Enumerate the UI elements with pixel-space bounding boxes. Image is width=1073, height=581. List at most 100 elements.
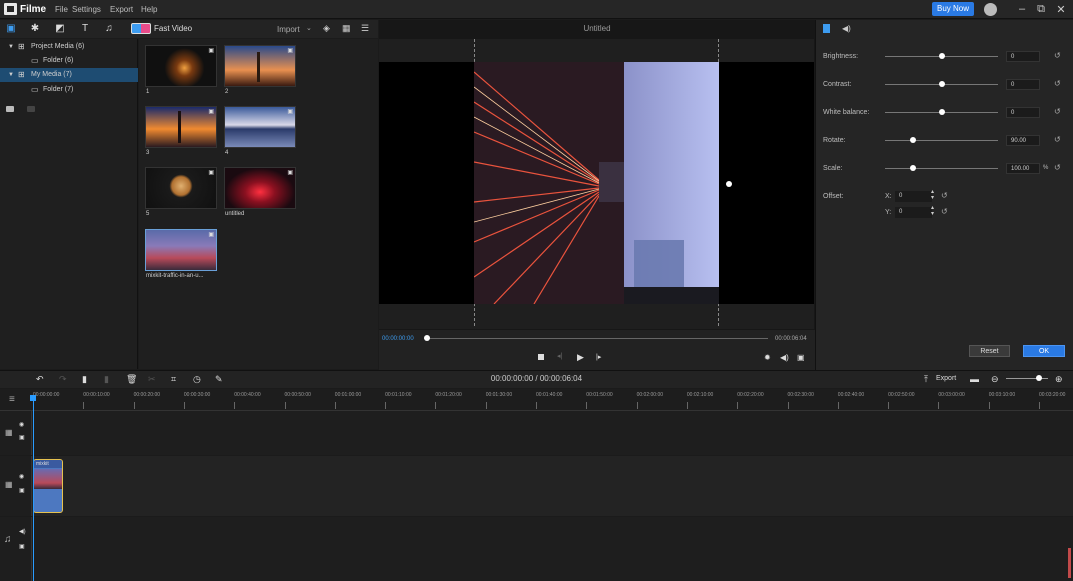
track-row (0, 456, 1073, 516)
text-tab-icon[interactable]: T (79, 23, 91, 34)
media-thumbnail[interactable]: ▣ (224, 167, 296, 209)
zoom-in-icon[interactable]: ⊕ (1055, 374, 1063, 385)
contrast-value[interactable]: 0 (1006, 79, 1040, 90)
sort-icon[interactable]: ☰ (361, 23, 369, 34)
white-balance-reset-icon[interactable]: ↺ (1054, 107, 1061, 116)
export-button[interactable]: Export (936, 375, 956, 382)
minimize-icon[interactable]: – (1015, 3, 1029, 15)
rotate-reset-icon[interactable]: ↺ (1054, 135, 1061, 144)
layers-icon[interactable]: ◈ (323, 23, 330, 34)
effects-tab-icon[interactable]: ✱ (29, 23, 41, 34)
chevron-down-icon[interactable]: ⌄ (306, 24, 312, 32)
menu-settings[interactable]: Settings (72, 5, 101, 14)
media-thumbnail[interactable]: ▣ (145, 167, 217, 209)
ruler-tick (485, 402, 487, 409)
offset-y-stepper[interactable]: ▴ ▾ (931, 205, 934, 217)
fast-video-icon[interactable] (131, 23, 151, 34)
offset-x-stepper[interactable]: ▴ ▾ (931, 189, 934, 201)
tree-item-folder-6[interactable]: ▭ Folder (6) (0, 54, 138, 68)
next-frame-icon[interactable]: |▸ (596, 353, 601, 361)
media-thumbnail[interactable]: ▣ (145, 106, 217, 148)
timeline-timecode: 00:00:00:00 / 00:00:06:04 (490, 374, 583, 383)
scrub-handle[interactable] (424, 335, 430, 341)
white-balance-value[interactable]: 0 (1006, 107, 1040, 118)
buy-now-button[interactable]: Buy Now (932, 2, 974, 16)
previous-frame-icon[interactable]: ◂| (557, 352, 562, 360)
media-label: 5 (146, 211, 150, 217)
brightness-value[interactable]: 0 (1006, 51, 1040, 62)
export-icon[interactable]: ⤒ (924, 374, 928, 385)
tree-item-my-media[interactable]: ▼ ⊞ My Media (7) (0, 68, 138, 82)
contrast-reset-icon[interactable]: ↺ (1054, 79, 1061, 88)
menu-file[interactable]: File (55, 5, 68, 14)
fast-video-label[interactable]: Fast Video (154, 24, 192, 33)
play-icon[interactable]: ▶ (577, 352, 584, 363)
media-thumbnail[interactable]: ▣ (224, 106, 296, 148)
expand-arrow-icon[interactable]: ▼ (8, 40, 14, 54)
scale-reset-icon[interactable]: ↺ (1054, 163, 1061, 172)
volume-icon[interactable]: ◀) (780, 353, 789, 362)
playhead[interactable] (33, 396, 34, 581)
offset-x-input[interactable]: 0 (895, 191, 932, 202)
scale-value[interactable]: 100.00 (1006, 163, 1040, 174)
ok-button[interactable]: OK (1023, 345, 1065, 357)
menu-export[interactable]: Export (110, 5, 133, 14)
folder-icon: ▭ (31, 85, 39, 94)
scrub-bar[interactable] (424, 338, 768, 339)
tree-item-project-media[interactable]: ▼ ⊞ Project Media (6) (0, 40, 138, 54)
vertical-scrollbar[interactable] (1068, 548, 1071, 578)
audio-props-tab-icon[interactable]: ◀) (842, 24, 851, 33)
scale-slider[interactable] (885, 168, 998, 169)
playhead-handle[interactable] (30, 395, 36, 401)
add-folder-icon[interactable] (6, 106, 14, 112)
music-tab-icon[interactable]: ♫ (103, 23, 115, 34)
media-tab-icon[interactable]: ▣ (5, 23, 17, 34)
music-track-icon: ♫ (4, 534, 12, 545)
brightness-reset-icon[interactable]: ↺ (1054, 51, 1061, 60)
lock-icon[interactable]: ▣ (19, 434, 25, 441)
media-thumbnail[interactable]: ▣ (145, 45, 217, 87)
menu-help[interactable]: Help (141, 5, 157, 14)
media-label: 1 (146, 89, 150, 95)
zoom-slider-handle[interactable] (1036, 375, 1042, 381)
rotate-handle[interactable] (726, 181, 732, 187)
tree-item-folder-7[interactable]: ▭ Folder (7) (0, 83, 138, 97)
media-thumbnail[interactable]: ▣ (224, 45, 296, 87)
video-preview-image[interactable] (474, 62, 719, 304)
volume-icon[interactable]: ◀) (19, 528, 26, 535)
filter-tab-icon[interactable]: ◩ (54, 23, 66, 34)
visibility-eye-icon[interactable]: ◉ (19, 473, 24, 480)
restore-icon[interactable]: ⧉ (1034, 3, 1048, 16)
account-avatar-icon[interactable] (984, 3, 997, 16)
offset-x-reset-icon[interactable]: ↺ (941, 191, 948, 200)
timeline-menu-icon[interactable]: ≡ (9, 394, 15, 405)
offset-y-input[interactable]: 0 (895, 207, 932, 218)
lock-icon[interactable]: ▣ (19, 487, 25, 494)
reset-button[interactable]: Reset (969, 345, 1010, 357)
ruler-tick-label: 00:00:30:00 (183, 392, 211, 398)
visibility-eye-icon[interactable]: ◉ (19, 421, 24, 428)
ruler-tick (938, 402, 940, 409)
fullscreen-icon[interactable]: ▣ (797, 353, 805, 362)
import-button[interactable]: Import (277, 25, 300, 34)
contrast-slider-handle[interactable] (938, 81, 945, 87)
timeline-clip[interactable]: mixkit (33, 459, 63, 513)
brightness-slider-handle[interactable] (938, 53, 945, 59)
delete-folder-icon[interactable] (27, 106, 35, 112)
storyboard-icon[interactable]: ▬ (970, 374, 979, 384)
offset-y-reset-icon[interactable]: ↺ (941, 207, 948, 216)
lock-icon[interactable]: ▣ (19, 543, 25, 550)
media-thumbnail[interactable]: ▣ (145, 229, 217, 271)
rotate-value[interactable]: 90.00 (1006, 135, 1040, 146)
zoom-out-icon[interactable]: ⊖ (991, 374, 999, 385)
white-balance-slider-handle[interactable] (938, 109, 945, 115)
grid-view-icon[interactable]: ▦ (342, 23, 351, 34)
rotate-slider[interactable] (885, 140, 998, 141)
video-props-tab-icon[interactable] (823, 24, 830, 33)
close-icon[interactable]: ✕ (1054, 3, 1068, 16)
tree-item-label: Project Media (6) (31, 43, 85, 50)
settings-gear-icon[interactable]: ✹ (764, 353, 771, 362)
title-bar (0, 0, 1073, 19)
stop-icon[interactable] (538, 354, 544, 360)
expand-arrow-icon[interactable]: ▼ (8, 68, 14, 82)
